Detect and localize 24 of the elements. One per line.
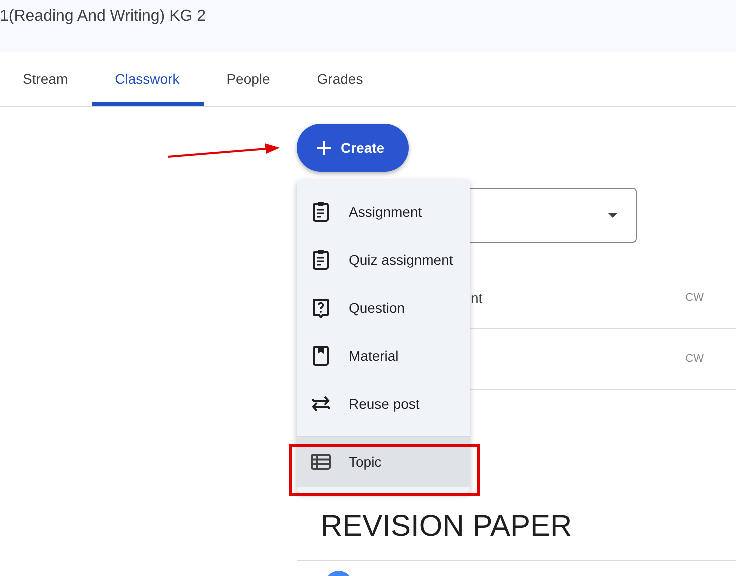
tab[interactable]: Stream [0,52,92,106]
menu-item-label: Topic [349,454,382,470]
create-button[interactable]: Create [297,124,409,172]
caret-icon [608,213,618,218]
menu-item-label: Assignment [349,204,422,220]
menu-item[interactable]: Topic [297,437,470,487]
menu-item[interactable]: Assignment [297,188,470,236]
topic-heading: REVISION PAPER [321,510,572,544]
menu-item[interactable]: Question [297,284,470,332]
menu-item-label: Question [349,300,406,316]
tab[interactable]: Classwork [92,52,204,106]
tab[interactable]: People [204,52,294,106]
menu-item-label: Quiz assignment [349,252,454,268]
plus-icon [317,141,331,155]
class-title: 1(Reading And Writing) KG 2 [0,8,206,25]
item-label: CW [686,353,704,365]
item-label: CW [686,292,704,304]
menu-item-label: Material [349,348,399,364]
menu-item[interactable]: Reuse post [297,380,470,428]
item-title: nt [471,290,483,306]
menu-item[interactable]: Material [297,332,470,380]
menu-item-label: Reuse post [349,396,420,412]
tab[interactable]: Grades [294,52,388,106]
menu-item[interactable]: Quiz assignment [297,236,470,284]
